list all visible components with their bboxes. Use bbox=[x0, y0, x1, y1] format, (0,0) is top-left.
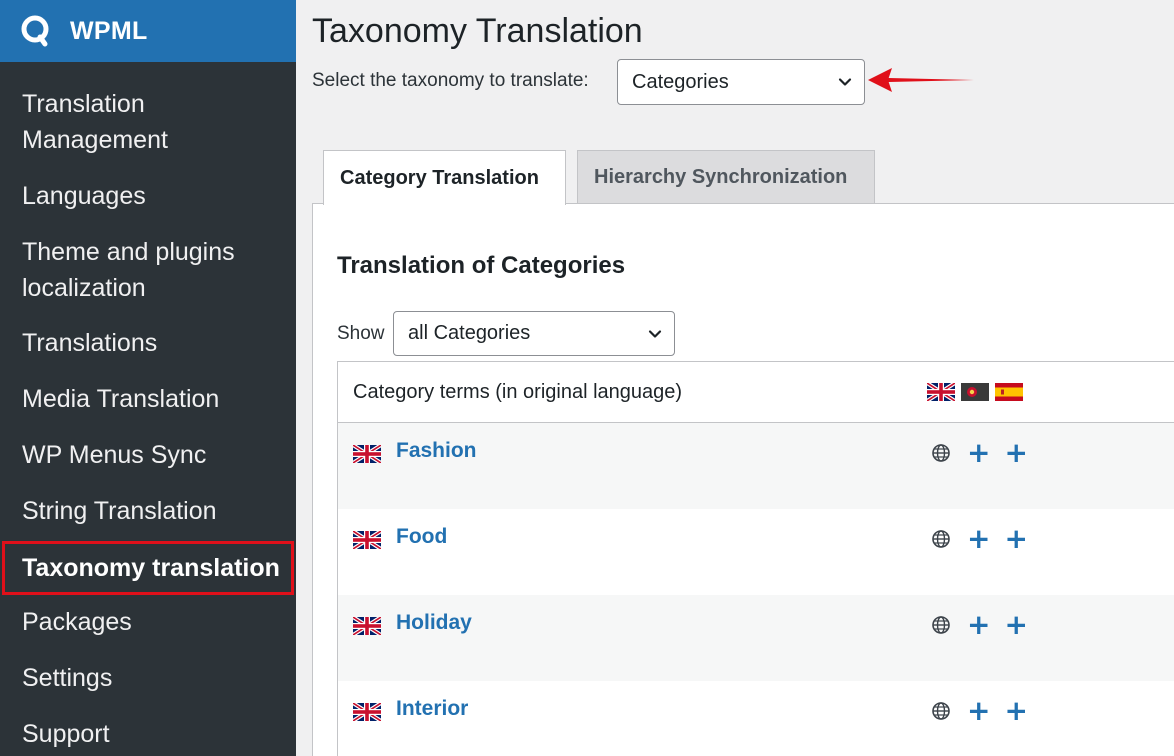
taxonomy-select-value: Categories bbox=[632, 70, 729, 93]
tab-category-translation[interactable]: Category Translation bbox=[323, 150, 566, 205]
section-title: Translation of Categories bbox=[337, 252, 626, 279]
uk-flag-icon bbox=[927, 383, 955, 401]
main-content: Taxonomy Translation Select the taxonomy… bbox=[296, 0, 1174, 756]
uk-flag-icon bbox=[353, 531, 381, 549]
annotation-arrow-icon bbox=[868, 68, 974, 92]
spain-flag-icon bbox=[995, 383, 1023, 401]
tab-hierarchy-synchronization[interactable]: Hierarchy Synchronization bbox=[577, 150, 875, 204]
add-translation-plus-icon[interactable]: + bbox=[967, 525, 990, 553]
taxonomy-select-label: Select the taxonomy to translate: bbox=[312, 70, 589, 91]
chevron-down-icon bbox=[648, 327, 662, 341]
uk-flag-icon bbox=[353, 703, 381, 721]
page-title: Taxonomy Translation bbox=[312, 12, 643, 50]
language-flags bbox=[927, 383, 1023, 401]
column-header-terms: Category terms (in original language) bbox=[353, 380, 683, 403]
row-actions: + + bbox=[931, 697, 1042, 725]
add-translation-plus-icon[interactable]: + bbox=[1004, 611, 1027, 639]
sidebar-item-support[interactable]: Support bbox=[0, 716, 296, 752]
table-row: Interior + + bbox=[338, 681, 1174, 756]
wpml-logo-icon bbox=[21, 15, 49, 47]
sidebar-item-translation-management[interactable]: Translation Management bbox=[0, 86, 296, 158]
row-actions: + + bbox=[931, 525, 1042, 553]
sidebar-item-settings[interactable]: Settings bbox=[0, 660, 296, 696]
term-link-interior[interactable]: Interior bbox=[396, 697, 468, 721]
globe-icon[interactable] bbox=[931, 615, 951, 635]
filter-label: Show bbox=[337, 323, 385, 344]
add-translation-plus-icon[interactable]: + bbox=[967, 439, 990, 467]
row-actions: + + bbox=[931, 611, 1042, 639]
add-translation-plus-icon[interactable]: + bbox=[1004, 697, 1027, 725]
wpml-brand-header[interactable]: WPML bbox=[0, 0, 296, 62]
table-header: Category terms (in original language) bbox=[338, 362, 1174, 423]
category-filter-select[interactable]: all Categories bbox=[393, 311, 675, 356]
sidebar-item-translations[interactable]: Translations bbox=[0, 325, 296, 361]
add-translation-plus-icon[interactable]: + bbox=[967, 697, 990, 725]
tab-panel: Translation of Categories Show all Categ… bbox=[312, 203, 1174, 756]
table-row: Holiday + + bbox=[338, 595, 1174, 681]
add-translation-plus-icon[interactable]: + bbox=[1004, 439, 1027, 467]
terms-table: Category terms (in original language) Fa… bbox=[337, 361, 1174, 756]
term-link-fashion[interactable]: Fashion bbox=[396, 439, 477, 463]
globe-icon[interactable] bbox=[931, 529, 951, 549]
chevron-down-icon bbox=[838, 75, 852, 89]
add-translation-plus-icon[interactable]: + bbox=[1004, 525, 1027, 553]
sidebar-item-theme-plugins-localization[interactable]: Theme and plugins localization bbox=[0, 234, 296, 306]
sidebar-item-wp-menus-sync[interactable]: WP Menus Sync bbox=[0, 437, 296, 473]
brand-name: WPML bbox=[70, 16, 148, 45]
taxonomy-select[interactable]: Categories bbox=[617, 59, 865, 105]
app-window: WPML Translation Management Languages Th… bbox=[0, 0, 1174, 756]
term-link-food[interactable]: Food bbox=[396, 525, 447, 549]
uk-flag-icon bbox=[353, 445, 381, 463]
sidebar-item-packages[interactable]: Packages bbox=[0, 604, 296, 640]
uk-flag-icon bbox=[353, 617, 381, 635]
sidebar-item-string-translation[interactable]: String Translation bbox=[0, 493, 296, 529]
term-link-holiday[interactable]: Holiday bbox=[396, 611, 472, 635]
globe-icon[interactable] bbox=[931, 701, 951, 721]
sidebar-item-media-translation[interactable]: Media Translation bbox=[0, 381, 296, 417]
row-actions: + + bbox=[931, 439, 1042, 467]
portugal-flag-icon bbox=[961, 383, 989, 401]
add-translation-plus-icon[interactable]: + bbox=[967, 611, 990, 639]
table-row: Food + + bbox=[338, 509, 1174, 595]
sidebar-item-languages[interactable]: Languages bbox=[0, 178, 296, 214]
admin-sidebar: WPML Translation Management Languages Th… bbox=[0, 0, 296, 756]
table-row: Fashion + + bbox=[338, 423, 1174, 509]
sidebar-item-taxonomy-translation[interactable]: Taxonomy translation bbox=[2, 541, 294, 595]
globe-icon[interactable] bbox=[931, 443, 951, 463]
category-filter-value: all Categories bbox=[408, 322, 531, 344]
